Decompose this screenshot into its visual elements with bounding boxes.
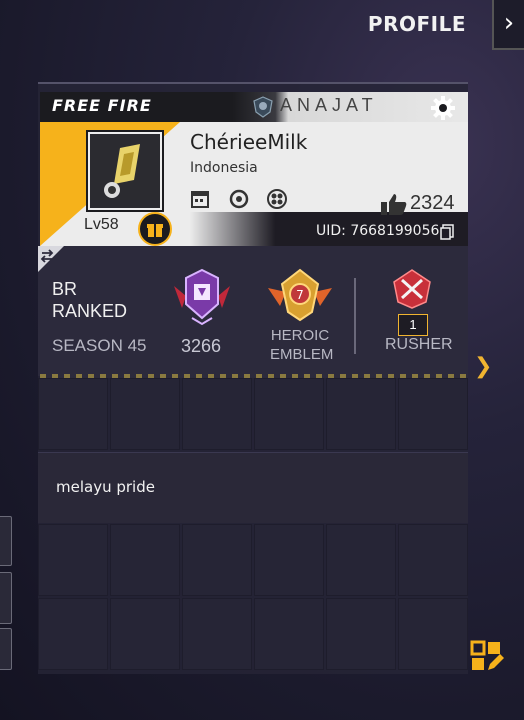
player-name: ChérieeMilk xyxy=(190,130,308,154)
showcase-slot[interactable] xyxy=(110,378,180,450)
showcase-slot[interactable] xyxy=(38,378,108,450)
rusher-badge-icon[interactable] xyxy=(390,268,434,310)
chevron-right-icon: › xyxy=(503,8,515,38)
swap-mode-icon[interactable] xyxy=(38,246,64,272)
showcase-slot[interactable] xyxy=(326,598,396,670)
showcase-slot[interactable] xyxy=(254,598,324,670)
uid-text: UID: 7668199056 xyxy=(316,223,440,239)
edit-layout-icon[interactable] xyxy=(470,640,504,674)
showcase-slot[interactable] xyxy=(110,598,180,670)
stats-icon[interactable] xyxy=(228,188,250,210)
rank-badge-icon[interactable] xyxy=(172,268,232,326)
gear-icon[interactable] xyxy=(430,95,456,121)
copy-icon[interactable] xyxy=(440,224,454,240)
divider xyxy=(354,278,356,354)
svg-text:7: 7 xyxy=(296,288,304,302)
showcase-slot[interactable] xyxy=(326,524,396,596)
player-country: Indonesia xyxy=(190,160,258,176)
season-label: SEASON 45 xyxy=(52,336,147,355)
showcase-slot[interactable] xyxy=(398,524,468,596)
showcase-grid xyxy=(38,378,468,450)
avatar-emblem-icon xyxy=(90,134,160,208)
bio-text: melayu pride xyxy=(56,478,155,496)
side-tab-button[interactable] xyxy=(0,516,12,566)
guild-emblem-icon xyxy=(253,96,273,118)
showcase-slot[interactable] xyxy=(110,524,180,596)
showcase-slot[interactable] xyxy=(182,524,252,596)
showcase-slot[interactable] xyxy=(182,378,252,450)
rusher-level: 1 xyxy=(398,314,428,336)
thumbs-up-icon[interactable] xyxy=(380,192,408,216)
gift-icon[interactable] xyxy=(138,212,172,246)
side-tab-button[interactable] xyxy=(0,628,12,670)
showcase-slot[interactable] xyxy=(254,378,324,450)
squad-icon[interactable] xyxy=(266,188,288,210)
heroic-emblem-icon[interactable]: 7 xyxy=(266,266,334,324)
ranked-mode-label: BR RANKED xyxy=(52,279,128,321)
showcase-grid xyxy=(38,524,468,670)
player-level: Lv58 xyxy=(84,216,119,233)
showcase-slot[interactable] xyxy=(182,598,252,670)
player-banner[interactable]: FREE FIRE ANAJAT Lv58 ChérieeMilk Indone… xyxy=(40,92,468,246)
showcase-slot[interactable] xyxy=(38,598,108,670)
page-title: PROFILE xyxy=(367,12,466,36)
avatar[interactable] xyxy=(88,132,162,210)
rusher-label: RUSHER xyxy=(385,336,453,353)
showcase-slot[interactable] xyxy=(398,598,468,670)
game-logo: FREE FIRE xyxy=(52,96,152,115)
showcase-slot[interactable] xyxy=(326,378,396,450)
guild-name: ANAJAT xyxy=(280,95,378,115)
emblem-label: HEROIC EMBLEM xyxy=(270,327,334,363)
close-panel-button[interactable]: › xyxy=(492,0,524,50)
showcase-slot[interactable] xyxy=(398,378,468,450)
chevron-right-icon[interactable]: ❯ xyxy=(474,354,492,379)
rank-points: 3266 xyxy=(181,336,222,356)
like-count: 2324 xyxy=(410,192,455,214)
showcase-slot[interactable] xyxy=(254,524,324,596)
showcase-slot[interactable] xyxy=(38,524,108,596)
side-tab-button[interactable] xyxy=(0,572,12,624)
calendar-icon[interactable] xyxy=(190,188,212,210)
